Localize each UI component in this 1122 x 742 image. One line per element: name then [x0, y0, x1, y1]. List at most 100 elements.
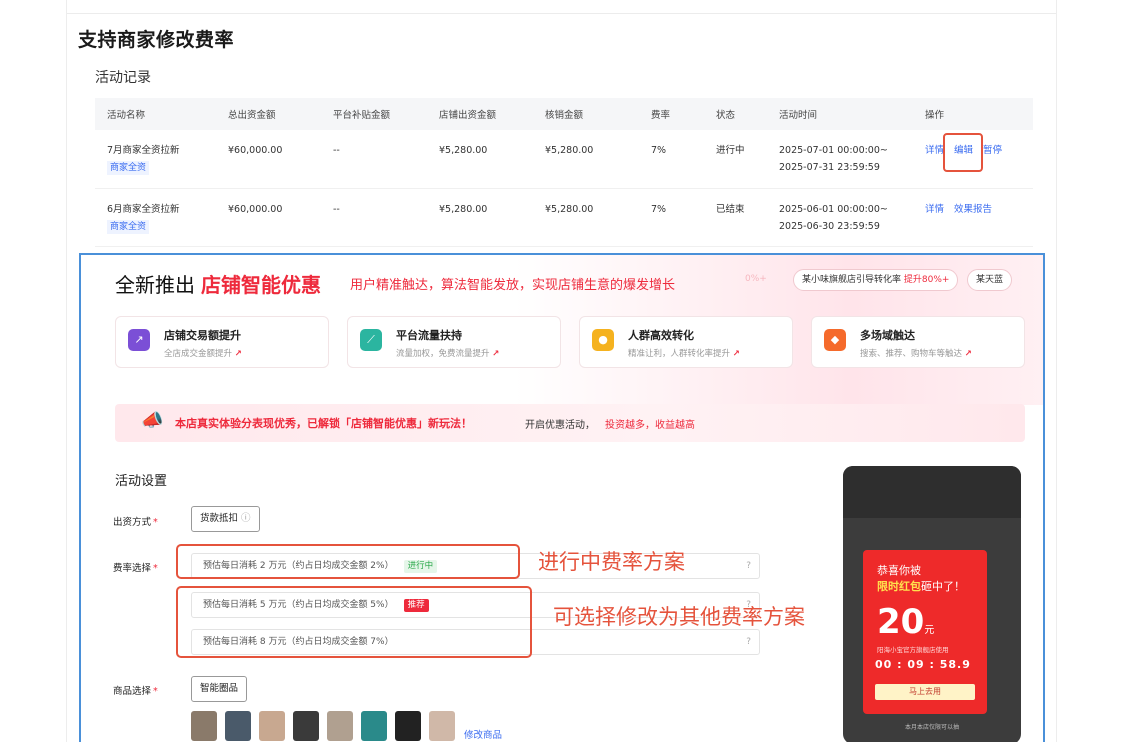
status-text: 已结束	[704, 188, 767, 247]
feature-card: ◆ 多场域触达 搜索、推荐、购物车等触达 ↗	[811, 316, 1025, 368]
info-icon: ⓘ	[241, 513, 251, 524]
funding-button-label: 货款抵扣	[200, 513, 239, 524]
chip-text: 某小味旗舰店引导转化率	[802, 275, 902, 285]
time-start: 2025-06-01 00:00:00~	[779, 203, 888, 215]
product-thumbnail	[293, 711, 319, 741]
up-arrow-icon: ↗	[732, 349, 740, 359]
column-header: 操作	[913, 98, 1033, 130]
pause-link[interactable]: 暂停	[983, 145, 1002, 156]
feature-title: 多场域触达	[860, 329, 915, 342]
hero-title-highlight: 店铺智能优惠	[201, 273, 321, 297]
popup-congrats: 恭喜你被	[877, 564, 921, 577]
feature-title: 平台流量扶持	[396, 329, 462, 342]
smart-discount-panel: 全新推出 店铺智能优惠 用户精准触达，算法智能发放，实现店铺生意的爆发增长 0%+…	[79, 253, 1045, 742]
left-divider	[66, 0, 67, 742]
verified-amount: ¥5,280.00	[533, 188, 639, 247]
megaphone-icon: 📣	[141, 410, 164, 431]
column-header: 活动名称	[95, 98, 216, 130]
rate-label-text: 费率选择	[113, 563, 152, 574]
section-title: 活动记录	[95, 70, 151, 86]
subsidy-amount: --	[321, 188, 427, 247]
time-end: 2025-07-31 23:59:59	[779, 162, 880, 173]
funding-label-text: 出资方式	[113, 517, 152, 528]
popup-store-note: 阳海小宝官方旗舰店使用	[877, 646, 949, 654]
rate-label: 费率选择 *	[113, 560, 158, 574]
use-now-button[interactable]: 马上去用	[875, 684, 975, 700]
total-amount: ¥60,000.00	[216, 130, 321, 189]
column-header: 费率	[639, 98, 704, 130]
store-amount: ¥5,280.00	[427, 130, 533, 189]
crowd-icon: ●	[592, 329, 614, 351]
help-icon[interactable]: ?	[746, 630, 751, 654]
popup-hit-highlight: 限时红包	[877, 580, 921, 593]
feature-desc-text: 精准让利，人群转化率提升	[628, 349, 731, 359]
feature-desc-text: 全店成交金额提升	[164, 349, 233, 359]
table-header-row: 活动名称 总出资金额 平台补贴金额 店铺出资金额 核销金额 费率 状态 活动时间…	[95, 98, 1033, 130]
case-chip: 某天蓝	[967, 269, 1013, 291]
funding-method-button[interactable]: 货款抵扣 ⓘ	[191, 506, 260, 532]
rate-value: 7%	[639, 130, 704, 189]
product-thumbnail	[225, 711, 251, 741]
table-row: 7月商家全资拉新 商家全资 ¥60,000.00 -- ¥5,280.00 ¥5,…	[95, 130, 1033, 189]
goods-label-text: 商品选择	[113, 686, 152, 697]
feature-card: ↗ 店铺交易额提升 全店成交金额提升 ↗	[115, 316, 329, 368]
subsidy-amount: --	[321, 130, 427, 189]
unlock-banner: 📣 本店真实体验分表现优秀，已解锁「店铺智能优惠」新玩法！ 开启优惠活动， 投资…	[115, 404, 1025, 442]
total-amount: ¥60,000.00	[216, 188, 321, 247]
funding-label: 出资方式 *	[113, 514, 158, 528]
feature-desc: 搜索、推荐、购物车等触达 ↗	[860, 347, 972, 359]
product-thumbnail	[429, 711, 455, 741]
hero-subtitle: 用户精准触达，算法智能发放，实现店铺生意的爆发增长	[350, 278, 676, 293]
column-header: 状态	[704, 98, 767, 130]
product-thumbnail	[327, 711, 353, 741]
phone-preview: 恭喜你被 限时红包砸中了！ 20元 阳海小宝官方旗舰店使用 00 : 09 : …	[843, 466, 1021, 742]
activity-records-table: 活动名称 总出资金额 平台补贴金额 店铺出资金额 核销金额 费率 状态 活动时间…	[95, 98, 1033, 247]
details-link[interactable]: 详情	[925, 204, 944, 215]
funding-tag: 商家全资	[107, 219, 150, 234]
banner-mid-text: 开启优惠活动，	[525, 420, 595, 431]
required-mark: *	[153, 686, 158, 697]
page-title: 支持商家修改费率	[78, 29, 235, 51]
table-row: 6月商家全资拉新 商家全资 ¥60,000.00 -- ¥5,280.00 ¥5,…	[95, 188, 1033, 247]
feature-desc: 全店成交金额提升 ↗	[164, 347, 242, 359]
verified-amount: ¥5,280.00	[533, 130, 639, 189]
funding-tag: 商家全资	[107, 161, 150, 175]
modify-goods-link[interactable]: 修改商品	[464, 727, 502, 741]
feature-desc: 流量加权，免费流量提升 ↗	[396, 347, 499, 359]
other-rates-annotation: 可选择修改为其他费率方案	[553, 605, 805, 629]
activity-name: 6月商家全资拉新	[107, 203, 180, 215]
phone-footer: 本月本店仅限可以抽	[904, 724, 959, 731]
status-text: 进行中	[704, 130, 767, 189]
required-mark: *	[153, 517, 158, 528]
up-arrow-icon: ↗	[964, 349, 972, 359]
page: 支持商家修改费率 活动记录 活动名称 总出资金额 平台补贴金额 店铺出资金额 核…	[0, 0, 1122, 742]
up-arrow-icon: ↗	[234, 349, 242, 359]
red-packet-popup: 恭喜你被 限时红包砸中了！ 20元 阳海小宝官方旗舰店使用 00 : 09 : …	[863, 550, 987, 714]
smart-select-button[interactable]: 智能圈品	[191, 676, 248, 702]
time-end: 2025-06-30 23:59:59	[779, 220, 880, 232]
chip-highlight: 提升80%+	[903, 275, 950, 285]
chip-text: 某天蓝	[976, 275, 1004, 285]
help-icon[interactable]: ?	[746, 554, 751, 578]
column-header: 店铺出资金额	[427, 98, 533, 130]
feature-title: 人群高效转化	[628, 329, 694, 342]
store-amount: ¥5,280.00	[427, 188, 533, 247]
up-arrow-icon: ↗	[492, 349, 500, 359]
current-rate-highlight	[176, 544, 520, 579]
hero-title-prefix: 全新推出	[115, 273, 195, 297]
settings-title: 活动设置	[115, 474, 168, 489]
amount-value: 20	[877, 602, 925, 642]
details-link[interactable]: 详情	[925, 145, 944, 156]
product-thumbnail	[361, 711, 387, 741]
column-header: 核销金额	[533, 98, 639, 130]
feature-card: ● 人群高效转化 精准让利，人群转化率提升 ↗	[579, 316, 793, 368]
time-start: 2025-07-01 00:00:00~	[779, 145, 888, 156]
phone-header	[843, 466, 1021, 518]
column-header: 活动时间	[767, 98, 913, 130]
feature-desc: 精准让利，人群转化率提升 ↗	[628, 347, 740, 359]
case-chip: 某小味旗舰店引导转化率 提升80%+	[793, 269, 959, 291]
feature-desc-text: 流量加权，免费流量提升	[396, 349, 490, 359]
effect-report-link[interactable]: 效果报告	[954, 204, 992, 215]
activity-name: 7月商家全资拉新	[107, 145, 180, 156]
product-thumbnail	[259, 711, 285, 741]
